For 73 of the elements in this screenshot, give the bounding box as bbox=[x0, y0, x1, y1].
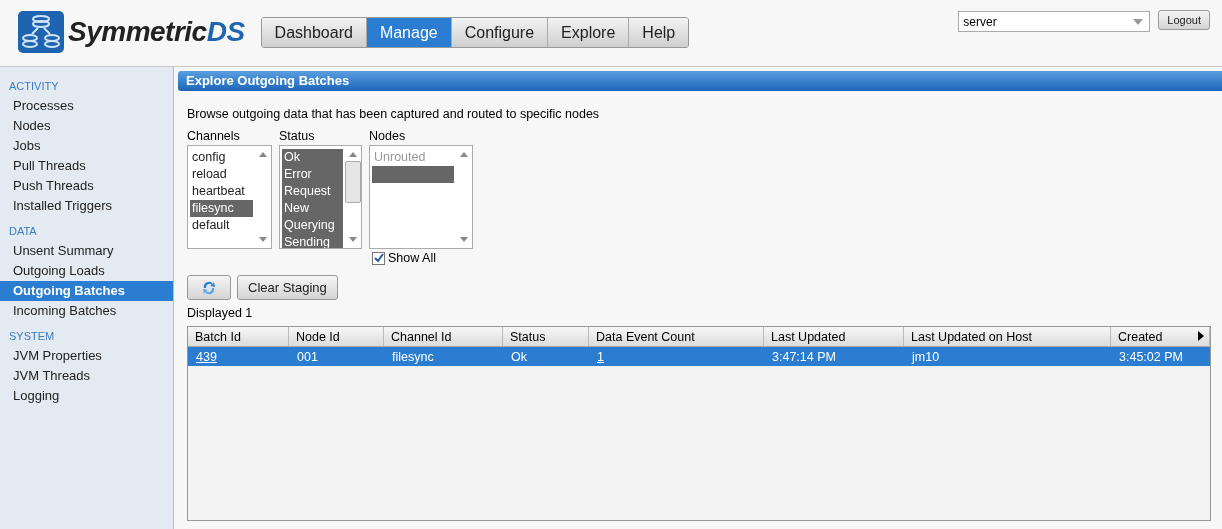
nav-tab[interactable]: Dashboard bbox=[261, 18, 366, 47]
sidebar-item[interactable]: Outgoing Loads bbox=[0, 261, 173, 281]
list-option[interactable]: default bbox=[190, 217, 253, 234]
column-header[interactable]: Last Updated bbox=[764, 327, 904, 346]
scroll-up-icon[interactable] bbox=[259, 152, 267, 157]
table-cell: 001 bbox=[297, 349, 318, 364]
list-option[interactable]: reload bbox=[190, 166, 253, 183]
refresh-icon bbox=[201, 279, 217, 296]
table-row[interactable]: 439 001 filesync Ok 1 3:47:14 PM jm10 3:45:02 PM bbox=[188, 347, 1210, 366]
sidebar-item[interactable]: Push Threads bbox=[0, 176, 173, 196]
column-header[interactable]: Last Updated on Host bbox=[904, 327, 1111, 346]
sidebar-item[interactable]: JVM Properties bbox=[0, 346, 173, 366]
list-box[interactable]: config reload heartbeat filesync default bbox=[187, 145, 272, 249]
scroll-down-icon[interactable] bbox=[460, 237, 468, 242]
nav-tab[interactable]: Configure bbox=[450, 18, 548, 47]
scroll-up-icon[interactable] bbox=[349, 152, 357, 157]
table-cell: 3:45:02 PM bbox=[1119, 349, 1183, 364]
column-header[interactable]: Data Event Count bbox=[589, 327, 764, 346]
refresh-button[interactable] bbox=[187, 275, 231, 300]
list-option[interactable]: Ok bbox=[282, 149, 343, 166]
column-header[interactable]: Channel Id bbox=[384, 327, 503, 346]
scroll-up-icon[interactable] bbox=[460, 152, 468, 157]
list-option[interactable]: Sending bbox=[282, 234, 343, 248]
list-option[interactable]: Request bbox=[282, 183, 343, 200]
cell-link[interactable]: 1 bbox=[597, 349, 604, 364]
section-heading: ACTIVITY bbox=[8, 79, 60, 94]
sidebar-item[interactable]: Unsent Summary bbox=[0, 241, 173, 261]
table-cell: jm10 bbox=[912, 349, 940, 364]
list-option[interactable]: Error bbox=[282, 166, 343, 183]
panel-title: Explore Outgoing Batches bbox=[178, 71, 1222, 91]
logo-text: SymmetricDS bbox=[68, 16, 245, 48]
displayed-count: Displayed 1 bbox=[187, 306, 254, 320]
filter-label: Channels bbox=[187, 129, 241, 143]
sidebar-item[interactable]: JVM Threads bbox=[0, 366, 173, 386]
nav-tab[interactable]: Help bbox=[628, 18, 689, 47]
list-option[interactable]: filesync bbox=[190, 200, 253, 217]
sidebar-item[interactable]: Installed Triggers bbox=[0, 196, 173, 216]
caret-icon bbox=[1133, 18, 1144, 25]
nav-tab[interactable]: Explore bbox=[547, 18, 629, 47]
sidebar-item[interactable]: Incoming Batches bbox=[0, 301, 173, 321]
section-heading: DATA bbox=[8, 224, 38, 239]
table-cell: 3:47:14 PM bbox=[772, 349, 836, 364]
sidebar-item[interactable]: Logging bbox=[0, 386, 173, 406]
list-option[interactable]: New bbox=[282, 200, 343, 217]
scroll-right-icon[interactable] bbox=[1198, 331, 1204, 341]
scroll-down-icon[interactable] bbox=[259, 237, 267, 242]
column-header[interactable]: Node Id bbox=[289, 327, 384, 346]
sidebar-item[interactable]: Nodes bbox=[0, 116, 173, 136]
scroll-down-icon[interactable] bbox=[349, 237, 357, 242]
server-select[interactable]: server bbox=[958, 11, 1151, 32]
list-option[interactable]: heartbeat bbox=[190, 183, 253, 200]
logo-icon bbox=[18, 11, 64, 53]
checkmark-icon bbox=[373, 253, 384, 263]
filter-label: Status bbox=[279, 129, 316, 143]
table-cell: filesync bbox=[392, 349, 434, 364]
section-heading: SYSTEM bbox=[8, 329, 56, 344]
filter-label: Nodes bbox=[369, 129, 407, 143]
sidebar-item[interactable]: Processes bbox=[0, 96, 173, 116]
sidebar-item[interactable]: Jobs bbox=[0, 136, 173, 156]
sidebar-item[interactable]: Pull Threads bbox=[0, 156, 173, 176]
cell-link[interactable]: 439 bbox=[196, 349, 217, 364]
column-header[interactable]: Status bbox=[503, 327, 589, 346]
list-option[interactable]: Querying bbox=[282, 217, 343, 234]
description: Browse outgoing data that has been captured and routed to specific nodes bbox=[187, 107, 601, 121]
nav-tab[interactable]: Manage bbox=[365, 18, 451, 47]
table-cell: Ok bbox=[511, 349, 527, 364]
list-option[interactable]: config bbox=[190, 149, 253, 166]
list-box[interactable]: Ok Error Request New Querying Sending bbox=[279, 145, 362, 249]
show-all-checkbox[interactable]: Show All bbox=[372, 251, 473, 265]
clear-staging-button[interactable]: Clear Staging bbox=[237, 275, 338, 300]
sidebar-item[interactable]: Outgoing Batches bbox=[0, 281, 173, 301]
logout-button[interactable]: Logout bbox=[1158, 10, 1210, 30]
column-header[interactable]: Batch Id bbox=[188, 327, 289, 346]
